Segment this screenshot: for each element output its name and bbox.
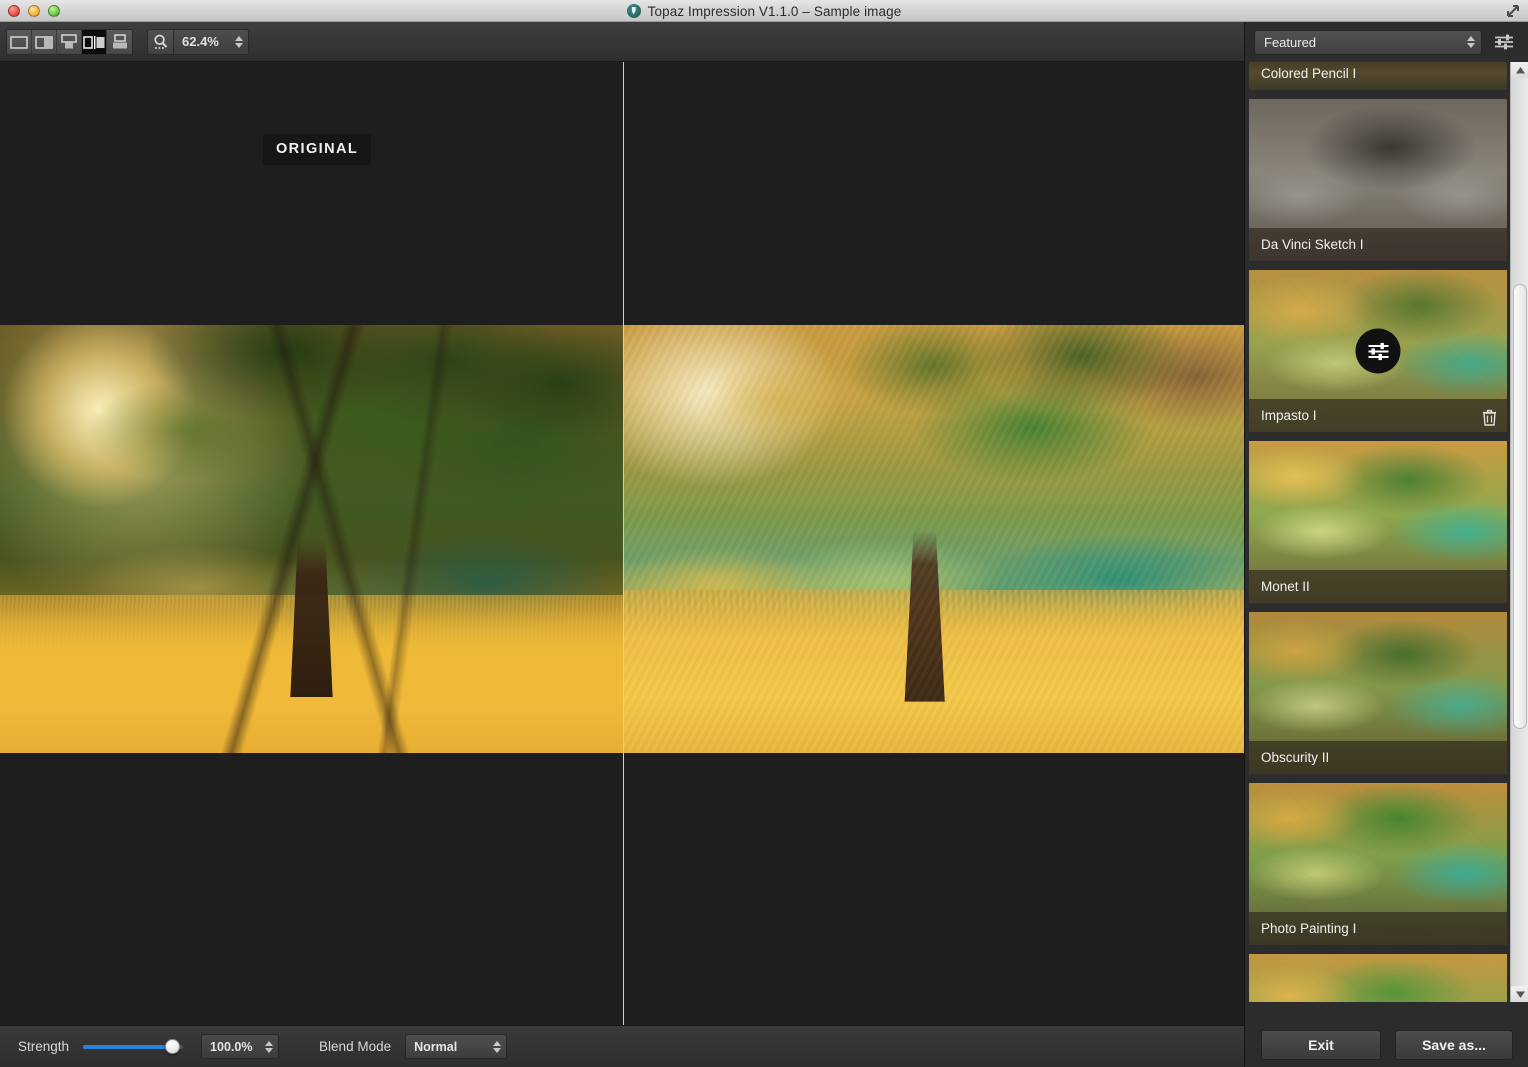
- strength-slider-handle[interactable]: [165, 1039, 180, 1054]
- processed-image-pane[interactable]: [624, 62, 1244, 1025]
- preset-scrollbar[interactable]: [1510, 62, 1528, 1002]
- stacked-icon[interactable]: [107, 30, 132, 54]
- title-bar: Topaz Impression V1.1.0 – Sample image: [0, 0, 1528, 22]
- preset-label: Obscurity II: [1261, 750, 1329, 765]
- scrollbar-thumb[interactable]: [1513, 284, 1527, 729]
- blend-mode-select[interactable]: Normal: [405, 1034, 507, 1059]
- zoom-control-group: 62.4%: [147, 29, 249, 55]
- original-badge: ORIGINAL: [263, 134, 371, 165]
- presets-panel: Featured Colored Pencil I: [1244, 22, 1528, 1067]
- sliders-circle-icon[interactable]: [1356, 329, 1401, 374]
- window-title-group: Topaz Impression V1.1.0 – Sample image: [0, 0, 1528, 22]
- preset-list[interactable]: Colored Pencil I Da Vinci Sketch I: [1245, 62, 1511, 1002]
- blend-mode-value: Normal: [414, 1040, 457, 1054]
- preset-label: Photo Painting I: [1261, 921, 1356, 936]
- scroll-down-arrow[interactable]: [1511, 986, 1528, 1002]
- preset-category-value: Featured: [1264, 35, 1316, 50]
- strength-value: 100.0%: [210, 1040, 252, 1054]
- original-image: [0, 325, 623, 753]
- list-item[interactable]: Impasto I: [1249, 270, 1507, 432]
- zoom-value: 62.4%: [182, 34, 219, 49]
- preset-label: Impasto I: [1261, 408, 1317, 423]
- preset-category-select[interactable]: Featured: [1254, 30, 1482, 55]
- presets-header: Featured: [1245, 22, 1528, 62]
- minimize-button[interactable]: [28, 5, 40, 17]
- panel-footer: Exit Save as...: [1245, 1023, 1528, 1067]
- strength-slider[interactable]: [83, 1037, 183, 1057]
- magnifier-icon[interactable]: [147, 29, 173, 55]
- scroll-up-arrow[interactable]: [1511, 62, 1528, 78]
- strength-stepper[interactable]: [265, 1041, 273, 1053]
- top-toolbar: 62.4%: [0, 22, 1244, 62]
- topaz-logo-icon: [627, 4, 641, 18]
- application-window: Topaz Impression V1.1.0 – Sample image: [0, 0, 1528, 1067]
- list-item[interactable]: Da Vinci Sketch I: [1249, 99, 1507, 261]
- exit-button[interactable]: Exit: [1261, 1030, 1381, 1060]
- original-image-pane[interactable]: [0, 62, 623, 1025]
- view-mode-group: [6, 29, 133, 55]
- side-by-side-icon[interactable]: [82, 30, 107, 54]
- list-item[interactable]: Photo Painting I: [1249, 783, 1507, 945]
- window-controls: [8, 5, 60, 17]
- preset-label: Colored Pencil I: [1261, 66, 1356, 81]
- strength-input[interactable]: 100.0%: [201, 1034, 279, 1059]
- resize-corner-icon[interactable]: [1504, 2, 1524, 20]
- preset-label: Da Vinci Sketch I: [1261, 237, 1364, 252]
- strength-label: Strength: [18, 1039, 69, 1054]
- split-pane-icon[interactable]: [32, 30, 57, 54]
- maximize-button[interactable]: [48, 5, 60, 17]
- processed-image: [624, 325, 1244, 753]
- chevron-updown-icon: [493, 1041, 501, 1053]
- pane-divider[interactable]: [623, 62, 624, 1025]
- preset-label: Monet II: [1261, 579, 1310, 594]
- save-as-button[interactable]: Save as...: [1395, 1030, 1513, 1060]
- sliders-icon[interactable]: [1492, 30, 1516, 54]
- bottom-toolbar: Strength 100.0% Blend Mode Normal: [0, 1025, 1244, 1067]
- single-pane-icon[interactable]: [7, 30, 32, 54]
- list-item[interactable]: [1249, 954, 1507, 1002]
- chevron-updown-icon: [1467, 36, 1475, 48]
- zoom-stepper[interactable]: [235, 36, 243, 48]
- window-title: Topaz Impression V1.1.0 – Sample image: [648, 4, 902, 19]
- top-bottom-icon[interactable]: [57, 30, 82, 54]
- image-canvas: ORIGINAL: [0, 62, 1244, 1025]
- list-item[interactable]: Colored Pencil I: [1249, 62, 1507, 90]
- close-button[interactable]: [8, 5, 20, 17]
- zoom-input[interactable]: 62.4%: [173, 29, 249, 55]
- list-item[interactable]: Monet II: [1249, 441, 1507, 603]
- blend-mode-label: Blend Mode: [319, 1039, 391, 1054]
- list-item[interactable]: Obscurity II: [1249, 612, 1507, 774]
- trash-icon[interactable]: [1482, 409, 1497, 426]
